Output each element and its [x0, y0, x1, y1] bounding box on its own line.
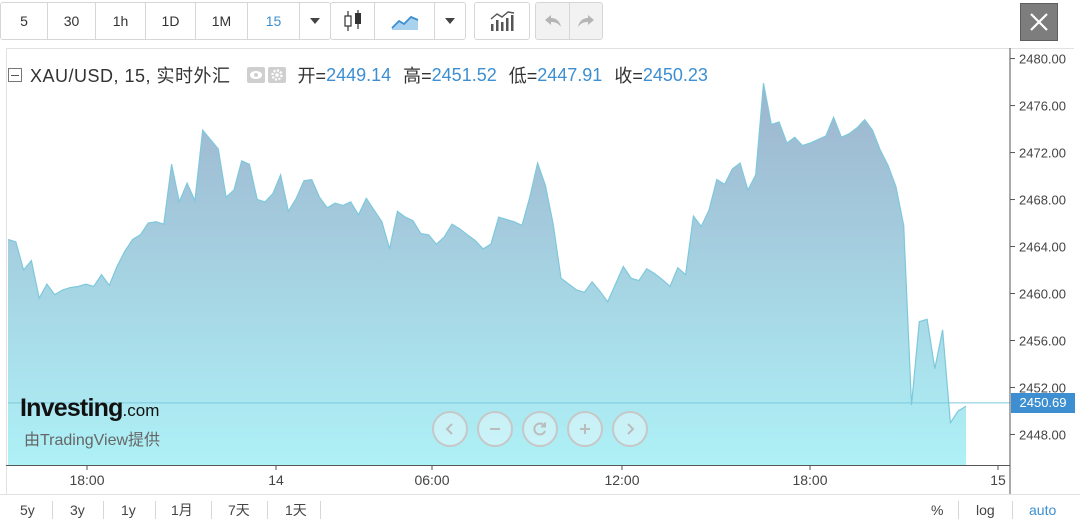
x-tick-label: 15: [990, 472, 1006, 488]
y-tick-label: 2460.00: [1019, 287, 1066, 302]
minus-icon: [11, 74, 19, 76]
plus-icon: [580, 424, 590, 434]
bottom-range-bar: 5y 3y 1y 1月 7天 1天 % log auto: [0, 494, 1080, 524]
last-price-tag: 2450.69: [1011, 392, 1075, 413]
range-1y-button[interactable]: 1y: [121, 499, 136, 521]
x-tick-label: 14: [268, 472, 284, 488]
eye-icon: [249, 71, 262, 79]
open-label: 开=: [297, 66, 327, 86]
open-value: 2449.14: [326, 64, 392, 85]
auto-scale-button[interactable]: auto: [1029, 499, 1056, 521]
zoom-out-button[interactable]: [477, 411, 513, 447]
y-tick-label: 2476.00: [1019, 99, 1066, 114]
divider: [958, 501, 959, 519]
x-tick-label: 18:00: [69, 472, 104, 488]
divider: [103, 501, 104, 519]
range-1m-button[interactable]: 1月: [171, 499, 193, 521]
y-tick-label: 2448.00: [1019, 427, 1066, 442]
reset-button[interactable]: [522, 411, 558, 447]
reset-icon: [533, 422, 546, 436]
y-tick-label: 2480.00: [1019, 52, 1066, 67]
range-1d-button[interactable]: 1天: [285, 499, 307, 521]
minus-icon: [490, 428, 500, 430]
range-3y-button[interactable]: 3y: [70, 499, 85, 521]
zoom-in-button[interactable]: [567, 411, 603, 447]
close-value: 2450.23: [642, 64, 708, 85]
divider: [1012, 501, 1013, 519]
y-tick-label: 2456.00: [1019, 333, 1066, 348]
divider: [267, 501, 268, 519]
chart-legend: XAU/USD, 15, 实时外汇 开= 2449.14 高= 2451.52 低=…: [8, 64, 708, 86]
visibility-toggle[interactable]: [246, 67, 265, 83]
close-label: 收=: [614, 66, 643, 86]
collapse-legend-button[interactable]: [8, 68, 22, 82]
divider: [320, 501, 321, 519]
chevron-right-icon: [627, 423, 635, 435]
x-tick-label: 12:00: [604, 472, 639, 488]
y-tick-label: 2472.00: [1019, 146, 1066, 161]
high-label: 高=: [403, 66, 432, 86]
gear-icon: [270, 69, 283, 81]
chevron-left-icon: [445, 423, 453, 435]
divider: [211, 501, 212, 519]
symbol-title: XAU/USD, 15, 实时外汇: [30, 66, 231, 86]
range-5y-button[interactable]: 5y: [20, 499, 35, 521]
low-value: 2447.91: [537, 64, 603, 85]
branding: Investing.com 由TradingView提供: [20, 394, 160, 450]
percent-scale-button[interactable]: %: [931, 499, 943, 521]
divider: [155, 501, 156, 519]
provider-text: 由TradingView提供: [24, 432, 161, 449]
settings-button[interactable]: [267, 67, 286, 83]
divider: [52, 501, 53, 519]
y-tick-label: 2464.00: [1019, 240, 1066, 255]
high-value: 2451.52: [431, 64, 497, 85]
low-label: 低=: [508, 66, 538, 86]
range-7d-button[interactable]: 7天: [228, 499, 250, 521]
y-tick-label: 2468.00: [1019, 193, 1066, 208]
scroll-left-button[interactable]: [432, 411, 468, 447]
investing-logo: Investing.com: [20, 394, 160, 422]
x-tick-label: 18:00: [792, 472, 827, 488]
log-scale-button[interactable]: log: [976, 499, 995, 521]
x-tick-label: 06:00: [414, 472, 449, 488]
chart-navigation: [432, 411, 648, 447]
scroll-right-button[interactable]: [612, 411, 648, 447]
